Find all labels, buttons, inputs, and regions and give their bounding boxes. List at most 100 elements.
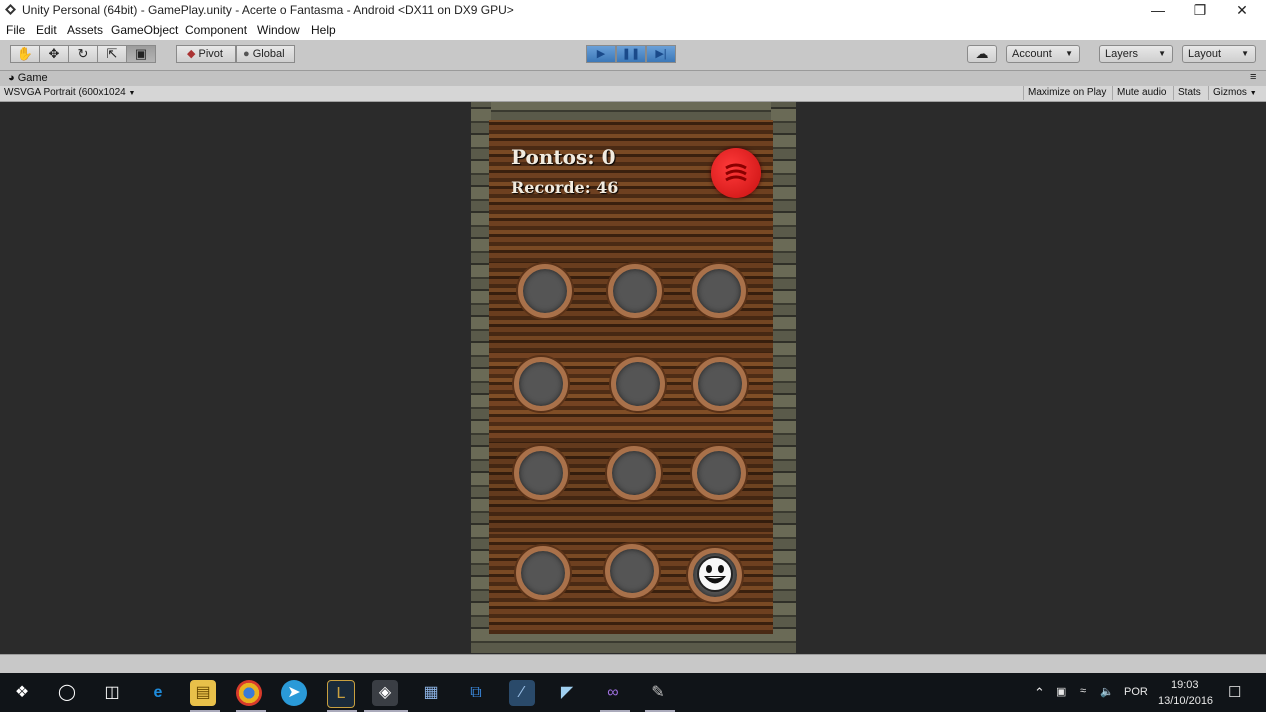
battery-icon[interactable]: ▣ <box>1056 685 1066 698</box>
pause-game-button[interactable] <box>711 148 761 198</box>
rotate-icon: ↻ <box>77 46 89 61</box>
telegram-taskbar-icon[interactable]: ➤ <box>281 680 307 706</box>
windows-taskbar: ❖ ◯ ◫ e ▤ ➤ L ◈ ▦ ⧉ ∕ ◤ ∞ ✎ ⌃ ▣ ≈ 🔈 POR … <box>0 673 1266 712</box>
stone-wall-bottom <box>471 632 796 653</box>
layers-label: Layers <box>1105 48 1139 60</box>
mute-audio-toggle[interactable]: Mute audio <box>1112 86 1170 100</box>
hole-r1c2[interactable] <box>608 264 662 318</box>
stone-wall-left <box>471 102 491 653</box>
gizmos-dropdown[interactable]: Gizmos ▼ <box>1208 86 1261 100</box>
rect-tool-button[interactable]: ▣ <box>126 45 156 63</box>
hole-r1c1[interactable] <box>518 264 572 318</box>
stats-toggle[interactable]: Stats <box>1173 86 1205 100</box>
menu-help[interactable]: Help <box>311 23 336 37</box>
play-icon: ▶ <box>596 48 606 60</box>
menu-assets[interactable]: Assets <box>67 23 103 37</box>
ghost-icon[interactable] <box>693 553 737 597</box>
game-tab[interactable]: ◕ Game <box>8 72 48 84</box>
menu-edit[interactable]: Edit <box>36 23 57 37</box>
chevron-down-icon: ▼ <box>1241 49 1249 58</box>
hole-r3c3[interactable] <box>692 446 746 500</box>
clock-date[interactable]: 13/10/2016 <box>1158 695 1213 707</box>
language-indicator[interactable]: POR <box>1124 686 1148 698</box>
volume-icon[interactable]: 🔈 <box>1100 685 1114 698</box>
pivot-toggle[interactable]: ◆ Pivot <box>176 45 236 63</box>
account-dropdown[interactable]: Account ▼ <box>1006 45 1080 63</box>
visual-studio-taskbar-icon[interactable]: ∞ <box>600 680 626 706</box>
unity-taskbar-icon[interactable]: ◈ <box>372 680 398 706</box>
visual-studio-code-taskbar-icon[interactable]: ⧉ <box>463 680 489 706</box>
file-explorer-taskbar-icon[interactable]: ▤ <box>190 680 216 706</box>
cloud-button[interactable]: ☁ <box>967 45 997 63</box>
hole-r3c2[interactable] <box>607 446 661 500</box>
wifi-icon[interactable]: ≈ <box>1080 685 1086 697</box>
chrome-taskbar-icon[interactable] <box>236 680 262 706</box>
global-toggle[interactable]: ● Global <box>236 45 295 63</box>
step-button[interactable]: ▶| <box>646 45 676 63</box>
paint-taskbar-icon[interactable]: ✎ <box>645 680 671 706</box>
points-label: Pontos: 0 <box>511 145 616 169</box>
blend-taskbar-icon[interactable]: ◤ <box>554 680 580 706</box>
resolution-label: WSVGA Portrait (600x1024 <box>4 87 126 98</box>
chevron-down-icon: ▼ <box>128 90 136 97</box>
stone-wall-right <box>771 102 796 653</box>
hole-r4c1[interactable] <box>516 546 570 600</box>
mute-audio-label: Mute audio <box>1117 87 1167 98</box>
layers-dropdown[interactable]: Layers ▼ <box>1099 45 1173 63</box>
window-title: Unity Personal (64bit) - GamePlay.unity … <box>22 3 514 17</box>
pause-button[interactable]: ❚❚ <box>616 45 646 63</box>
resolution-dropdown[interactable]: WSVGA Portrait (600x1024 ▼ <box>4 86 152 100</box>
move-tool-button[interactable]: ✥ <box>39 45 69 63</box>
game-tab-icon: ◕ <box>8 72 15 84</box>
hole-r1c3[interactable] <box>692 264 746 318</box>
maximize-on-play-label: Maximize on Play <box>1028 87 1107 98</box>
gizmos-label: Gizmos <box>1213 87 1247 98</box>
notifications-icon[interactable]: ☐ <box>1228 683 1241 701</box>
hole-r2c1[interactable] <box>514 357 568 411</box>
game-screen[interactable]: Pontos: 0 Recorde: 46 <box>471 102 796 653</box>
menu-file[interactable]: File <box>6 23 25 37</box>
hole-r4c2[interactable] <box>605 544 659 598</box>
hand-icon: ✋ <box>16 46 34 61</box>
close-icon: ✕ <box>1236 2 1248 18</box>
search-button[interactable]: ◯ <box>54 680 80 706</box>
hole-r2c2[interactable] <box>611 357 665 411</box>
league-taskbar-icon[interactable]: L <box>327 680 355 708</box>
main-toolbar: ✋ ✥ ↻ ⇱ ▣ ◆ Pivot ● Global ▶ ❚❚ ▶| ☁ Acc… <box>0 40 1266 71</box>
cloud-icon: ☁ <box>975 46 989 61</box>
menu-window[interactable]: Window <box>257 23 300 37</box>
task-view-button[interactable]: ◫ <box>99 680 125 706</box>
menu-component[interactable]: Component <box>185 23 247 37</box>
cube-app-taskbar-icon[interactable]: ▦ <box>418 680 444 706</box>
scale-tool-button[interactable]: ⇱ <box>97 45 127 63</box>
layout-label: Layout <box>1188 48 1222 60</box>
hole-r3c1[interactable] <box>514 446 568 500</box>
move-icon: ✥ <box>48 46 60 61</box>
unity-logo-icon <box>5 4 16 15</box>
minimize-button[interactable]: — <box>1137 0 1179 21</box>
hole-r2c3[interactable] <box>693 357 747 411</box>
globe-icon: ● <box>243 48 250 60</box>
maximize-on-play-toggle[interactable]: Maximize on Play <box>1023 86 1110 100</box>
game-view-toolbar: WSVGA Portrait (600x1024 ▼ Maximize on P… <box>0 86 1266 102</box>
chevron-down-icon: ▼ <box>1065 49 1073 58</box>
stone-wall-top <box>471 102 796 122</box>
minimize-icon: — <box>1151 2 1165 18</box>
play-button[interactable]: ▶ <box>586 45 616 63</box>
app-taskbar-icon[interactable]: ∕ <box>509 680 535 706</box>
close-button[interactable]: ✕ <box>1221 0 1263 21</box>
hand-tool-button[interactable]: ✋ <box>10 45 40 63</box>
hole-r4c3[interactable] <box>688 548 742 602</box>
panel-menu-icon[interactable]: ≡ <box>1250 71 1256 83</box>
layout-dropdown[interactable]: Layout ▼ <box>1182 45 1256 63</box>
rotate-tool-button[interactable]: ↻ <box>68 45 98 63</box>
clock-time[interactable]: 19:03 <box>1171 679 1199 691</box>
status-bar <box>0 654 1266 674</box>
menu-gameobject[interactable]: GameObject <box>111 23 178 37</box>
show-hidden-icons-chevron-icon[interactable]: ⌃ <box>1034 685 1045 701</box>
task-view-icon: ◫ <box>104 684 120 701</box>
edge-taskbar-icon[interactable]: e <box>145 680 171 706</box>
restore-button[interactable]: ❐ <box>1179 0 1221 21</box>
start-button[interactable]: ❖ <box>9 680 35 706</box>
restore-icon: ❐ <box>1193 2 1207 18</box>
